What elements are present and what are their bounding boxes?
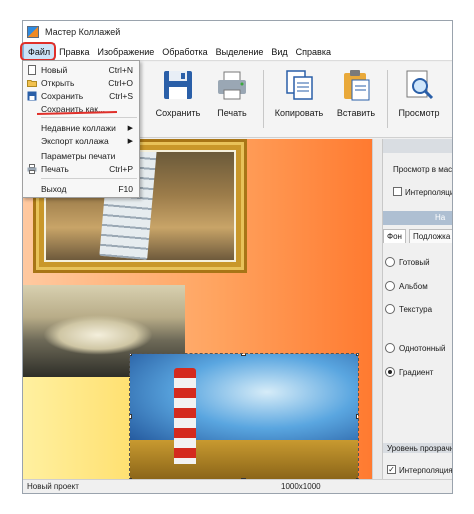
file-menu-dropdown: Новый Ctrl+N Открыть Ctrl+O Сохранить Ct… — [22, 60, 140, 198]
interpolation2-label: Интерполяция — [399, 466, 453, 475]
resize-handle[interactable] — [356, 354, 358, 356]
toolbar-copy-label: Копировать — [274, 108, 324, 118]
file-menu-exit-shortcut: F10 — [118, 183, 133, 194]
status-size: 1000x1000 — [281, 482, 321, 491]
file-menu-save[interactable]: Сохранить Ctrl+S — [23, 89, 139, 102]
file-menu-export[interactable]: Экспорт коллажа ▶ — [23, 134, 139, 147]
menu-view[interactable]: Вид — [267, 43, 291, 61]
radio-texture[interactable] — [385, 304, 395, 314]
file-menu-print[interactable]: Печать Ctrl+P — [23, 162, 139, 175]
wave-shape — [43, 315, 153, 355]
toolbar-preview-label: Просмотр — [398, 108, 440, 118]
empty-icon-slot — [27, 104, 37, 114]
preview-scale-label: Просмотр в масшта — [393, 165, 453, 174]
menu-file[interactable]: Файл — [23, 42, 56, 61]
radio-solid-label: Однотонный — [399, 344, 446, 353]
file-menu-new-label: Новый — [41, 64, 68, 75]
toolbar-print-label: Печать — [217, 108, 247, 118]
menu-separator — [41, 117, 137, 118]
toolbar-save-label: Сохранить — [155, 108, 201, 118]
file-menu-save-shortcut: Ctrl+S — [109, 90, 133, 101]
empty-icon-slot — [27, 136, 37, 146]
file-menu-print-settings-label: Параметры печати — [41, 150, 116, 161]
resize-handle[interactable] — [130, 414, 132, 419]
file-menu-save-label: Сохранить — [41, 90, 84, 101]
radio-texture-label: Текстура — [399, 305, 433, 314]
toolbar-paste-label: Вставить — [336, 108, 376, 118]
empty-icon-slot — [27, 151, 37, 161]
save-icon — [161, 68, 195, 102]
interpolation-label: Интерполяция с — [405, 188, 452, 197]
interpolation2-checkbox[interactable]: ✓ — [387, 465, 396, 474]
panel-section-header: На — [383, 211, 452, 225]
window-title: Мастер Коллажей — [45, 27, 121, 37]
save-icon — [27, 91, 37, 101]
resize-handle[interactable] — [356, 414, 358, 419]
menu-edit[interactable]: Правка — [55, 43, 93, 61]
file-menu-new-shortcut: Ctrl+N — [108, 64, 133, 75]
submenu-arrow-icon: ▶ — [127, 124, 133, 132]
open-folder-icon — [27, 78, 37, 88]
radio-album[interactable] — [385, 281, 395, 291]
file-menu-print-settings[interactable]: Параметры печати — [23, 149, 139, 162]
menu-help[interactable]: Справка — [292, 43, 335, 61]
lighthouse-ground — [130, 439, 358, 479]
toolbar-copy-button[interactable]: Копировать — [271, 66, 327, 132]
radio-gradient[interactable] — [385, 367, 395, 377]
radio-solid[interactable] — [385, 343, 395, 353]
status-project: Новый проект — [27, 482, 79, 491]
radio-ready[interactable] — [385, 257, 395, 267]
paste-icon — [339, 68, 373, 102]
canvas-vertical-scrollbar[interactable] — [372, 139, 382, 479]
file-menu-open-shortcut: Ctrl+O — [108, 77, 133, 88]
empty-icon-slot — [27, 184, 37, 194]
properties-panel: Просмотр в масшта Интерполяция с На Фон … — [382, 139, 453, 479]
lighthouse-sky — [130, 354, 358, 449]
app-logo-icon — [27, 26, 39, 38]
preview-icon — [402, 68, 436, 102]
copy-icon — [282, 68, 316, 102]
file-menu-recent[interactable]: Недавние коллажи ▶ — [23, 121, 139, 134]
transparency-label: Уровень прозрачнс — [387, 444, 453, 453]
toolbar-separator — [263, 70, 264, 128]
radio-gradient-label: Градиент — [399, 368, 434, 377]
section-header-label: На — [435, 213, 446, 222]
resize-handle[interactable] — [130, 354, 132, 356]
tab-background[interactable]: Фон — [383, 229, 406, 243]
radio-album-label: Альбом — [399, 282, 428, 291]
tab-underlay[interactable]: Подложка — [409, 229, 452, 243]
file-menu-print-label: Печать — [41, 163, 69, 174]
file-menu-exit-label: Выход — [41, 183, 67, 194]
photo-lighthouse[interactable] — [129, 353, 359, 479]
new-file-icon — [27, 64, 37, 75]
toolbar-paste-button[interactable]: Вставить — [331, 66, 381, 132]
print-icon — [215, 68, 249, 102]
toolbar-save-button[interactable]: Сохранить — [153, 66, 203, 132]
menu-bar: Файл Правка Изображение Обработка Выделе… — [23, 42, 452, 61]
file-menu-exit[interactable]: Выход F10 — [23, 182, 139, 195]
resize-handle[interactable] — [241, 354, 246, 356]
panel-top-bar — [383, 139, 452, 153]
print-icon — [27, 163, 37, 174]
lighthouse-shape — [174, 368, 196, 464]
file-menu-open[interactable]: Открыть Ctrl+O — [23, 76, 139, 89]
menu-image[interactable]: Изображение — [94, 43, 159, 61]
file-menu-print-shortcut: Ctrl+P — [109, 163, 133, 174]
toolbar-preview-button[interactable]: Просмотр — [393, 66, 445, 132]
menu-selection[interactable]: Выделение — [212, 43, 268, 61]
toolbar-print-button[interactable]: Печать — [209, 66, 255, 132]
file-menu-export-label: Экспорт коллажа — [41, 135, 109, 146]
status-bar: Новый проект 1000x1000 — [23, 479, 452, 493]
menu-process[interactable]: Обработка — [158, 43, 211, 61]
submenu-arrow-icon: ▶ — [127, 137, 133, 145]
file-menu-open-label: Открыть — [41, 77, 75, 88]
empty-icon-slot — [27, 123, 37, 133]
file-menu-recent-label: Недавние коллажи — [41, 122, 116, 133]
radio-ready-label: Готовый — [399, 258, 430, 267]
toolbar-separator — [387, 70, 388, 128]
menu-separator — [41, 178, 137, 179]
title-bar: Мастер Коллажей — [23, 21, 452, 43]
file-menu-new[interactable]: Новый Ctrl+N — [23, 63, 139, 76]
interpolation-checkbox[interactable] — [393, 187, 402, 196]
